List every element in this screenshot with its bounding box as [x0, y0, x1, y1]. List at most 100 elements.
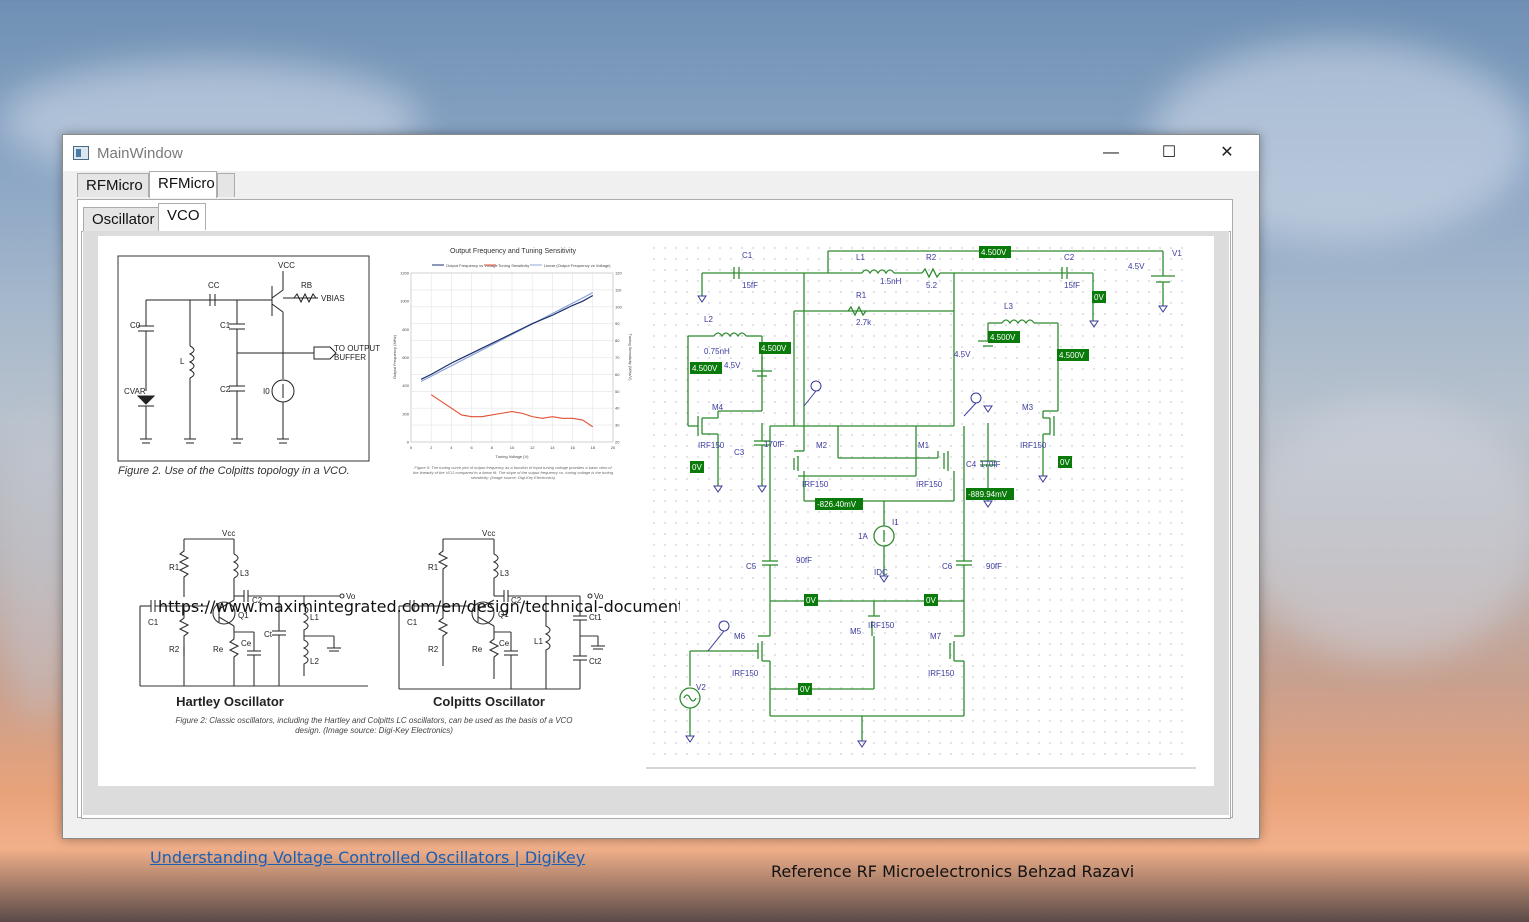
- grid-dot: [972, 269, 974, 271]
- tab-rfmicro-1[interactable]: RFMicro: [77, 173, 149, 197]
- grid-dot: [895, 731, 897, 733]
- grid-dot: [774, 269, 776, 271]
- grid-dot: [917, 676, 919, 678]
- label-i1: I1: [892, 518, 899, 527]
- colpitts-re: Re: [472, 645, 483, 654]
- grid-dot: [1104, 269, 1106, 271]
- tab-oscillator[interactable]: Oscillator: [83, 207, 159, 231]
- grid-dot: [994, 423, 996, 425]
- grid-dot: [1170, 467, 1172, 469]
- grid-dot: [906, 368, 908, 370]
- grid-dot: [1126, 533, 1128, 535]
- grid-dot: [840, 390, 842, 392]
- grid-dot: [895, 489, 897, 491]
- tab-empty[interactable]: [217, 173, 235, 197]
- grid-dot: [939, 445, 941, 447]
- grid-dot: [1016, 346, 1018, 348]
- grid-dot: [1049, 390, 1051, 392]
- grid-dot: [1082, 687, 1084, 689]
- grid-dot: [1148, 456, 1150, 458]
- grid-dot: [1027, 753, 1029, 755]
- grid-dot: [697, 599, 699, 601]
- grid-dot: [950, 390, 952, 392]
- grid-dot: [1181, 511, 1183, 513]
- grid-dot: [1126, 500, 1128, 502]
- grid-dot: [1082, 522, 1084, 524]
- grid-dot: [1005, 445, 1007, 447]
- grid-dot: [1016, 500, 1018, 502]
- grid-dot: [719, 709, 721, 711]
- grid-dot: [1170, 720, 1172, 722]
- close-button[interactable]: ✕: [1204, 135, 1250, 171]
- grid-dot: [708, 478, 710, 480]
- digikey-link[interactable]: Understanding Voltage Controlled Oscilla…: [150, 848, 585, 867]
- grid-dot: [906, 654, 908, 656]
- grid-dot: [1082, 665, 1084, 667]
- grid-dot: [983, 401, 985, 403]
- grid-dot: [851, 357, 853, 359]
- grid-dot: [1038, 456, 1040, 458]
- grid-dot: [961, 632, 963, 634]
- x-tick: 14: [550, 445, 555, 450]
- grid-dot: [807, 412, 809, 414]
- grid-dot: [851, 511, 853, 513]
- grid-dot: [1148, 720, 1150, 722]
- grid-dot: [730, 456, 732, 458]
- grid-dot: [1027, 302, 1029, 304]
- grid-dot: [1115, 434, 1117, 436]
- title-bar[interactable]: MainWindow — ☐ ✕: [63, 135, 1259, 171]
- grid-dot: [950, 731, 952, 733]
- grid-dot: [1005, 511, 1007, 513]
- grid-dot: [818, 423, 820, 425]
- grid-dot: [1148, 412, 1150, 414]
- grid-dot: [730, 566, 732, 568]
- grid-dot: [961, 445, 963, 447]
- grid-dot: [774, 258, 776, 260]
- grid-dot: [796, 445, 798, 447]
- grid-dot: [939, 731, 941, 733]
- grid-dot: [961, 500, 963, 502]
- grid-dot: [1016, 544, 1018, 546]
- label-cc: CC: [208, 281, 220, 290]
- label-rb: RB: [301, 281, 312, 290]
- grid-dot: [741, 621, 743, 623]
- label-l3: L3: [1004, 302, 1013, 311]
- grid-dot: [1159, 368, 1161, 370]
- grid-dot: [961, 665, 963, 667]
- hartley-l3: L3: [240, 569, 249, 578]
- grid-dot: [884, 313, 886, 315]
- grid-dot: [1060, 621, 1062, 623]
- minimize-button[interactable]: —: [1088, 135, 1134, 171]
- grid-dot: [675, 390, 677, 392]
- grid-dot: [1148, 533, 1150, 535]
- grid-dot: [1093, 335, 1095, 337]
- grid-dot: [653, 423, 655, 425]
- grid-dot: [1005, 610, 1007, 612]
- y2-tick: 90: [615, 321, 620, 326]
- grid-dot: [796, 478, 798, 480]
- grid-dot: [1027, 643, 1029, 645]
- grid-dot: [1049, 621, 1051, 623]
- grid-dot: [972, 709, 974, 711]
- tab-vco[interactable]: VCO: [158, 203, 206, 230]
- grid-dot: [862, 654, 864, 656]
- grid-dot: [829, 324, 831, 326]
- grid-dot: [1071, 511, 1073, 513]
- tab-rfmicro-2[interactable]: RFMicro: [149, 171, 217, 198]
- grid-dot: [719, 610, 721, 612]
- grid-dot: [884, 665, 886, 667]
- maximize-button[interactable]: ☐: [1146, 135, 1192, 171]
- grid-dot: [829, 577, 831, 579]
- grid-dot: [829, 533, 831, 535]
- label-vbias: VBIAS: [321, 294, 345, 303]
- grid-dot: [1038, 621, 1040, 623]
- grid-dot: [939, 621, 941, 623]
- grid-dot: [983, 258, 985, 260]
- grid-dot: [653, 555, 655, 557]
- grid-dot: [895, 258, 897, 260]
- grid-dot: [1115, 610, 1117, 612]
- grid-dot: [1060, 665, 1062, 667]
- grid-dot: [1181, 390, 1183, 392]
- grid-dot: [818, 511, 820, 513]
- grid-dot: [851, 731, 853, 733]
